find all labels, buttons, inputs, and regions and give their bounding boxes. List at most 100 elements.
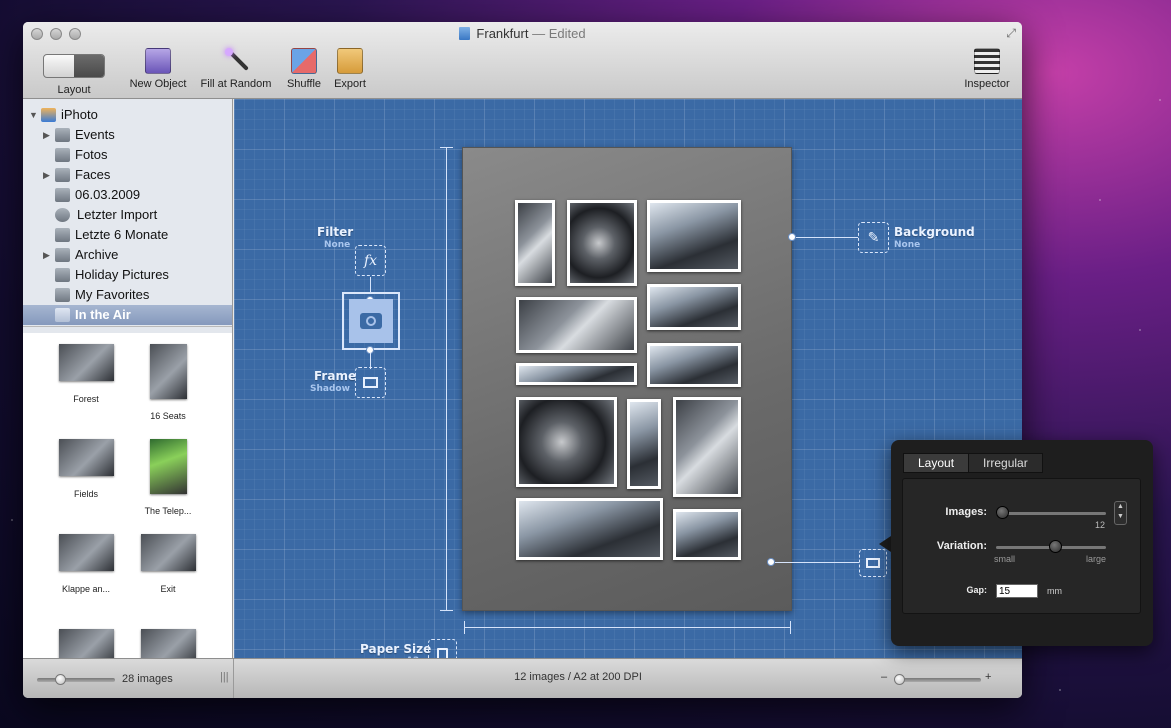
source-item-last-import[interactable]: Letzter Import xyxy=(23,205,232,225)
smart-album-icon xyxy=(55,288,70,302)
layout-connector-dot xyxy=(767,558,775,566)
tab-irregular[interactable]: Irregular xyxy=(969,453,1043,473)
layout-photo[interactable] xyxy=(516,297,637,353)
fill-at-random-button[interactable]: Fill at Random xyxy=(195,48,277,90)
images-stepper[interactable]: ▲ ▼ xyxy=(1114,501,1127,525)
disclosure-closed-icon[interactable]: ▶ xyxy=(43,165,50,185)
zoom-knob[interactable] xyxy=(894,674,905,685)
thumbnail[interactable]: Exit xyxy=(123,534,213,594)
source-item-archive[interactable]: ▶ Archive xyxy=(23,245,232,265)
thumbnail[interactable]: 16 Seats xyxy=(123,344,213,421)
filter-fx-icon[interactable]: fx xyxy=(355,245,386,276)
titlebar: Frankfurt — Edited ⤢ Layout New Object F… xyxy=(23,22,1022,99)
source-item-in-the-air[interactable]: In the Air xyxy=(23,305,232,325)
calendar-icon xyxy=(55,228,70,242)
background-connector-dot xyxy=(788,233,796,241)
status-bar: 28 images ||| 12 images / A2 at 200 DPI … xyxy=(23,658,1022,698)
thumbnail[interactable]: Klappe an... xyxy=(41,534,131,594)
thumbnail[interactable] xyxy=(123,629,213,658)
paper-icon[interactable] xyxy=(428,639,457,658)
thumbnail-image xyxy=(149,344,187,399)
background-value: None xyxy=(894,240,921,250)
fullscreen-icon[interactable]: ⤢ xyxy=(1006,26,1016,41)
frame-icon[interactable] xyxy=(355,367,386,398)
layout-photo[interactable] xyxy=(515,200,555,286)
disclosure-closed-icon[interactable]: ▶ xyxy=(43,245,50,265)
inspector-panel: Layout Irregular Images: 12 ▲ ▼ Variation… xyxy=(891,440,1153,646)
zoom-in-icon[interactable]: + xyxy=(985,671,991,683)
disclosure-open-icon[interactable]: ▼ xyxy=(29,105,38,125)
source-item-holiday-pictures[interactable]: Holiday Pictures xyxy=(23,265,232,285)
export-button[interactable]: Export xyxy=(329,48,371,90)
source-item-iphoto[interactable]: ▼ iPhoto xyxy=(23,105,232,125)
layout-photo[interactable] xyxy=(647,284,741,330)
image-count: 28 images xyxy=(122,673,173,685)
thumbnail-image xyxy=(140,629,196,658)
window-title: Frankfurt — Edited xyxy=(23,26,1022,41)
filter-label: Filter xyxy=(317,225,354,239)
layout-photo[interactable] xyxy=(627,399,661,489)
layout-photo[interactable] xyxy=(647,200,741,272)
frame-value: Shadow xyxy=(310,384,350,394)
images-slider[interactable] xyxy=(996,512,1106,515)
layout-photo[interactable] xyxy=(516,397,617,487)
thumbnail-image xyxy=(58,439,114,476)
status-summary: 12 images / A2 at 200 DPI xyxy=(514,671,642,683)
thumbnail-image xyxy=(58,629,114,658)
inspector-button[interactable]: Inspector xyxy=(959,48,1015,90)
events-icon xyxy=(55,128,70,142)
gap-input[interactable]: 15 xyxy=(996,584,1038,598)
variation-label: Variation: xyxy=(936,540,987,552)
disclosure-closed-icon[interactable]: ▶ xyxy=(43,125,50,145)
layout-toggle[interactable]: Layout xyxy=(43,48,105,96)
source-item-faces[interactable]: ▶ Faces xyxy=(23,165,232,185)
thumbnail-size-knob[interactable] xyxy=(55,674,66,685)
thumbnail[interactable]: Forest xyxy=(41,344,131,404)
paper-page[interactable] xyxy=(462,147,792,611)
images-slider-knob[interactable] xyxy=(996,506,1009,519)
thumbnail-size-slider[interactable] xyxy=(37,678,115,682)
thumbnail[interactable]: Fields xyxy=(41,439,131,499)
source-item-events[interactable]: ▶ Events xyxy=(23,125,232,145)
thumbnail[interactable] xyxy=(41,629,131,658)
layout-photo[interactable] xyxy=(673,397,741,497)
source-item-fotos[interactable]: Fotos xyxy=(23,145,232,165)
layout-photo[interactable] xyxy=(516,498,663,560)
layout-photo[interactable] xyxy=(647,343,741,387)
layout-photo[interactable] xyxy=(567,200,637,286)
thumbnail-image xyxy=(140,534,196,571)
event-icon xyxy=(55,188,70,202)
magic-wand-icon xyxy=(223,48,249,74)
zoom-slider[interactable] xyxy=(897,678,981,682)
variation-slider-knob[interactable] xyxy=(1049,540,1063,553)
resize-handle-icon[interactable]: ||| xyxy=(220,671,229,683)
paper-height-cap xyxy=(440,147,453,148)
shapes-icon xyxy=(145,48,171,74)
paper-width-cap xyxy=(464,621,465,634)
camera-icon xyxy=(349,299,393,343)
source-item-my-favorites[interactable]: My Favorites xyxy=(23,285,232,305)
tab-layout[interactable]: Layout xyxy=(903,453,970,473)
sidebar: ▼ iPhoto ▶ Events Fotos ▶ Faces 06.03.20… xyxy=(23,99,233,658)
layout-grid-icon[interactable] xyxy=(859,549,887,577)
faces-icon xyxy=(55,168,70,182)
camera-preview[interactable] xyxy=(342,292,400,350)
inspector-pointer xyxy=(879,536,891,552)
source-item-last-6-months[interactable]: Letzte 6 Monate xyxy=(23,225,232,245)
thumbnail[interactable]: The Telep... xyxy=(123,439,213,516)
source-item-event-date[interactable]: 06.03.2009 xyxy=(23,185,232,205)
iphoto-icon xyxy=(41,108,56,122)
thumbnail-image xyxy=(149,439,187,494)
new-object-button[interactable]: New Object xyxy=(123,48,193,90)
zoom-out-icon[interactable]: – xyxy=(881,671,887,683)
album-icon xyxy=(55,308,70,322)
shuffle-icon xyxy=(291,48,317,74)
paper-width-cap xyxy=(790,621,791,634)
source-list: ▼ iPhoto ▶ Events Fotos ▶ Faces 06.03.20… xyxy=(23,99,232,327)
thumbnail-image xyxy=(58,534,114,571)
layout-photo[interactable] xyxy=(516,363,637,385)
brush-icon[interactable]: ✎ xyxy=(858,222,889,253)
variation-min-label: small xyxy=(994,554,1016,564)
layout-photo[interactable] xyxy=(673,509,741,560)
shuffle-button[interactable]: Shuffle xyxy=(281,48,327,90)
